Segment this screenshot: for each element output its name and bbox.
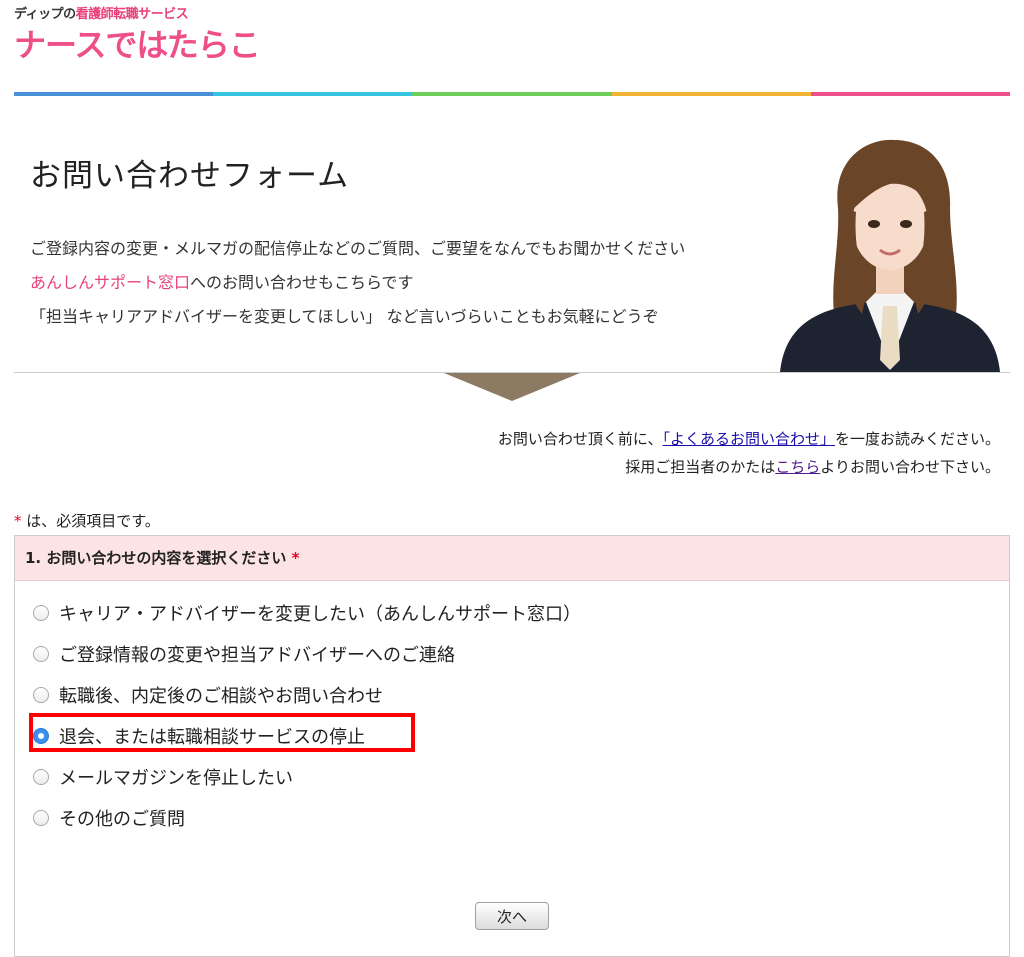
radio-button-checked[interactable] xyxy=(33,727,49,744)
site-logo[interactable]: ディップの看護師転職サービス ナースではたらこ xyxy=(14,6,261,64)
inquiry-option-stop-newsletter[interactable]: メールマガジンを停止したい xyxy=(33,756,581,797)
inquiry-option-change-advisor[interactable]: キャリア・アドバイザーを変更したい（あんしんサポート窓口） xyxy=(33,592,581,633)
color-bar-segment xyxy=(213,92,413,96)
hero-line-1: ご登録内容の変更・メルマガの配信停止などのご質問、ご要望をなんでもお聞かせくださ… xyxy=(30,239,686,258)
inquiry-option-withdraw[interactable]: 退会、または転職相談サービスの停止 xyxy=(29,713,581,756)
color-bar-segment xyxy=(14,92,214,96)
logo-name: ナースではたらこ xyxy=(14,26,261,64)
required-star: * xyxy=(291,549,300,567)
color-bar-segment xyxy=(412,92,612,96)
hero-line-2: あんしんサポート窓口へのお問い合わせもこちらです xyxy=(30,273,414,292)
required-star: * xyxy=(14,512,22,530)
radio-button[interactable] xyxy=(33,604,49,621)
option-label: ご登録情報の変更や担当アドバイザーへのご連絡 xyxy=(59,644,455,666)
down-arrow-icon xyxy=(444,373,580,401)
inquiry-option-after-offer[interactable]: 転職後、内定後のご相談やお問い合わせ xyxy=(33,674,581,715)
support-desk-text: あんしんサポート窓口 xyxy=(30,273,191,292)
next-button[interactable]: 次へ xyxy=(475,902,549,930)
radio-button[interactable] xyxy=(33,768,49,785)
option-label: その他のご質問 xyxy=(59,808,185,830)
advisor-portrait xyxy=(780,139,1000,372)
option-label: キャリア・アドバイザーを変更したい（あんしんサポート窓口） xyxy=(59,603,581,625)
radio-button[interactable] xyxy=(33,645,49,662)
logo-tagline: ディップの看護師転職サービス xyxy=(14,7,189,22)
header-color-bar xyxy=(14,92,1011,96)
question-label: 1. お問い合わせの内容を選択ください xyxy=(25,549,287,567)
faq-link[interactable]: 「よくあるお問い合わせ」 xyxy=(662,430,835,448)
required-fields-note: * は、必須項目です。 xyxy=(14,512,160,530)
employer-notice: 採用ご担当者のかたはこちらよりお問い合わせ下さい。 xyxy=(625,458,1000,476)
hero-line-3: 「担当キャリアアドバイザーを変更してほしい」 など言いづらいこともお気軽にどうぞ xyxy=(30,307,659,326)
option-label: 退会、または転職相談サービスの停止 xyxy=(59,726,365,748)
question-header: 1. お問い合わせの内容を選択ください * xyxy=(15,536,1009,581)
color-bar-segment xyxy=(611,92,811,96)
employer-contact-link[interactable]: こちら xyxy=(775,458,820,476)
inquiry-form: 1. お問い合わせの内容を選択ください * キャリア・アドバイザーを変更したい（… xyxy=(14,535,1010,957)
radio-button[interactable] xyxy=(33,686,49,703)
hero-description: ご登録内容の変更・メルマガの配信停止などのご質問、ご要望をなんでもお聞かせくださ… xyxy=(30,232,685,334)
radio-button[interactable] xyxy=(33,809,49,826)
faq-notice: お問い合わせ頂く前に、「よくあるお問い合わせ」を一度お読みください。 xyxy=(497,430,1000,448)
option-label: メールマガジンを停止したい xyxy=(59,767,293,789)
inquiry-option-update-info[interactable]: ご登録情報の変更や担当アドバイザーへのご連絡 xyxy=(33,633,581,674)
inquiry-type-options: キャリア・アドバイザーを変更したい（あんしんサポート窓口） ご登録情報の変更や担… xyxy=(29,592,581,838)
color-bar-segment xyxy=(810,92,1011,96)
inquiry-option-other[interactable]: その他のご質問 xyxy=(33,797,581,838)
option-label: 転職後、内定後のご相談やお問い合わせ xyxy=(59,685,383,707)
page-title: お問い合わせフォーム xyxy=(30,158,350,194)
